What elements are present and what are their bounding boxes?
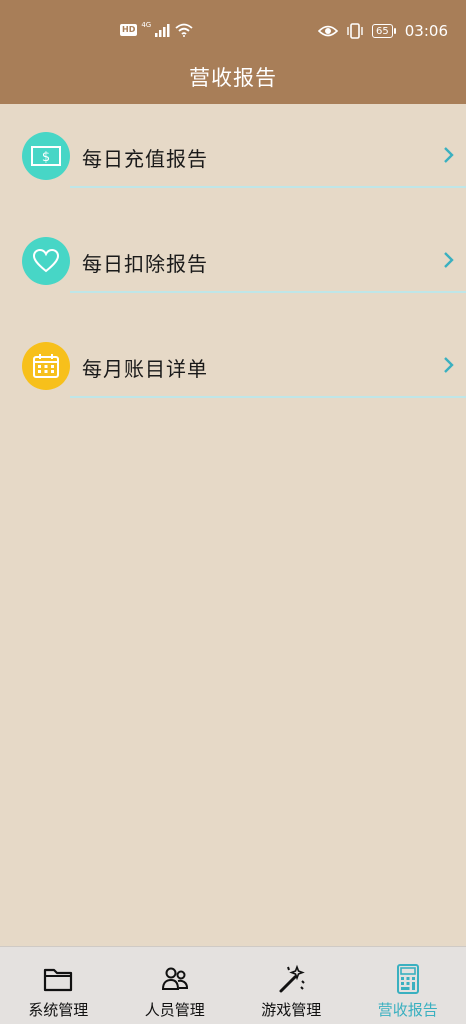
divider [70, 396, 466, 398]
battery-indicator: 65 [372, 24, 396, 38]
magic-wand-icon [279, 964, 306, 993]
divider [70, 186, 466, 188]
chevron-right-icon [444, 357, 454, 373]
menu-item-label: 每日扣除报告 [82, 252, 208, 276]
heart-icon [22, 237, 70, 285]
status-right: 65 03:06 [318, 22, 448, 40]
tab-label: 人员管理 [144, 1001, 205, 1019]
hd-badge: HD [120, 24, 138, 36]
people-icon [161, 967, 188, 990]
network-type: 4G [141, 21, 152, 29]
vibrate-icon [347, 23, 363, 39]
money-bill-icon: $ [22, 132, 70, 180]
chevron-right-icon [444, 252, 454, 268]
eye-icon [318, 25, 339, 37]
chevron-right-icon [444, 147, 454, 163]
tab-personnel-management[interactable]: 人员管理 [117, 947, 234, 1024]
status-left: HD 4G [120, 21, 193, 37]
menu-item-daily-recharge[interactable]: $ 每日充值报告 [0, 132, 466, 190]
tab-revenue-report[interactable]: 营收报告 [350, 947, 466, 1024]
folder-icon [44, 968, 73, 992]
menu-item-monthly-statement[interactable]: 每月账目详单 [0, 342, 466, 400]
tab-label: 系统管理 [28, 1001, 89, 1019]
signal-icon [155, 24, 170, 37]
calculator-icon [396, 964, 419, 994]
bottom-tab-bar: 系统管理 人员管理 游戏管理 营收报告 [0, 946, 466, 1024]
tab-game-management[interactable]: 游戏管理 [233, 947, 350, 1024]
app-header: HD 4G 65 03:06 营收报告 [0, 0, 466, 104]
svg-text:$: $ [42, 150, 50, 165]
page-title: 营收报告 [189, 66, 277, 90]
tab-label: 游戏管理 [261, 1001, 322, 1019]
tab-system-management[interactable]: 系统管理 [0, 947, 117, 1024]
menu-item-label: 每日充值报告 [82, 147, 208, 171]
divider [70, 291, 466, 293]
menu-item-label: 每月账目详单 [82, 357, 208, 381]
menu-item-daily-deduction[interactable]: 每日扣除报告 [0, 237, 466, 295]
status-bar: HD 4G 65 03:06 [0, 20, 466, 46]
wifi-icon [175, 23, 193, 37]
tab-label: 营收报告 [377, 1001, 438, 1019]
status-time: 03:06 [404, 22, 448, 40]
calendar-icon [22, 342, 70, 390]
